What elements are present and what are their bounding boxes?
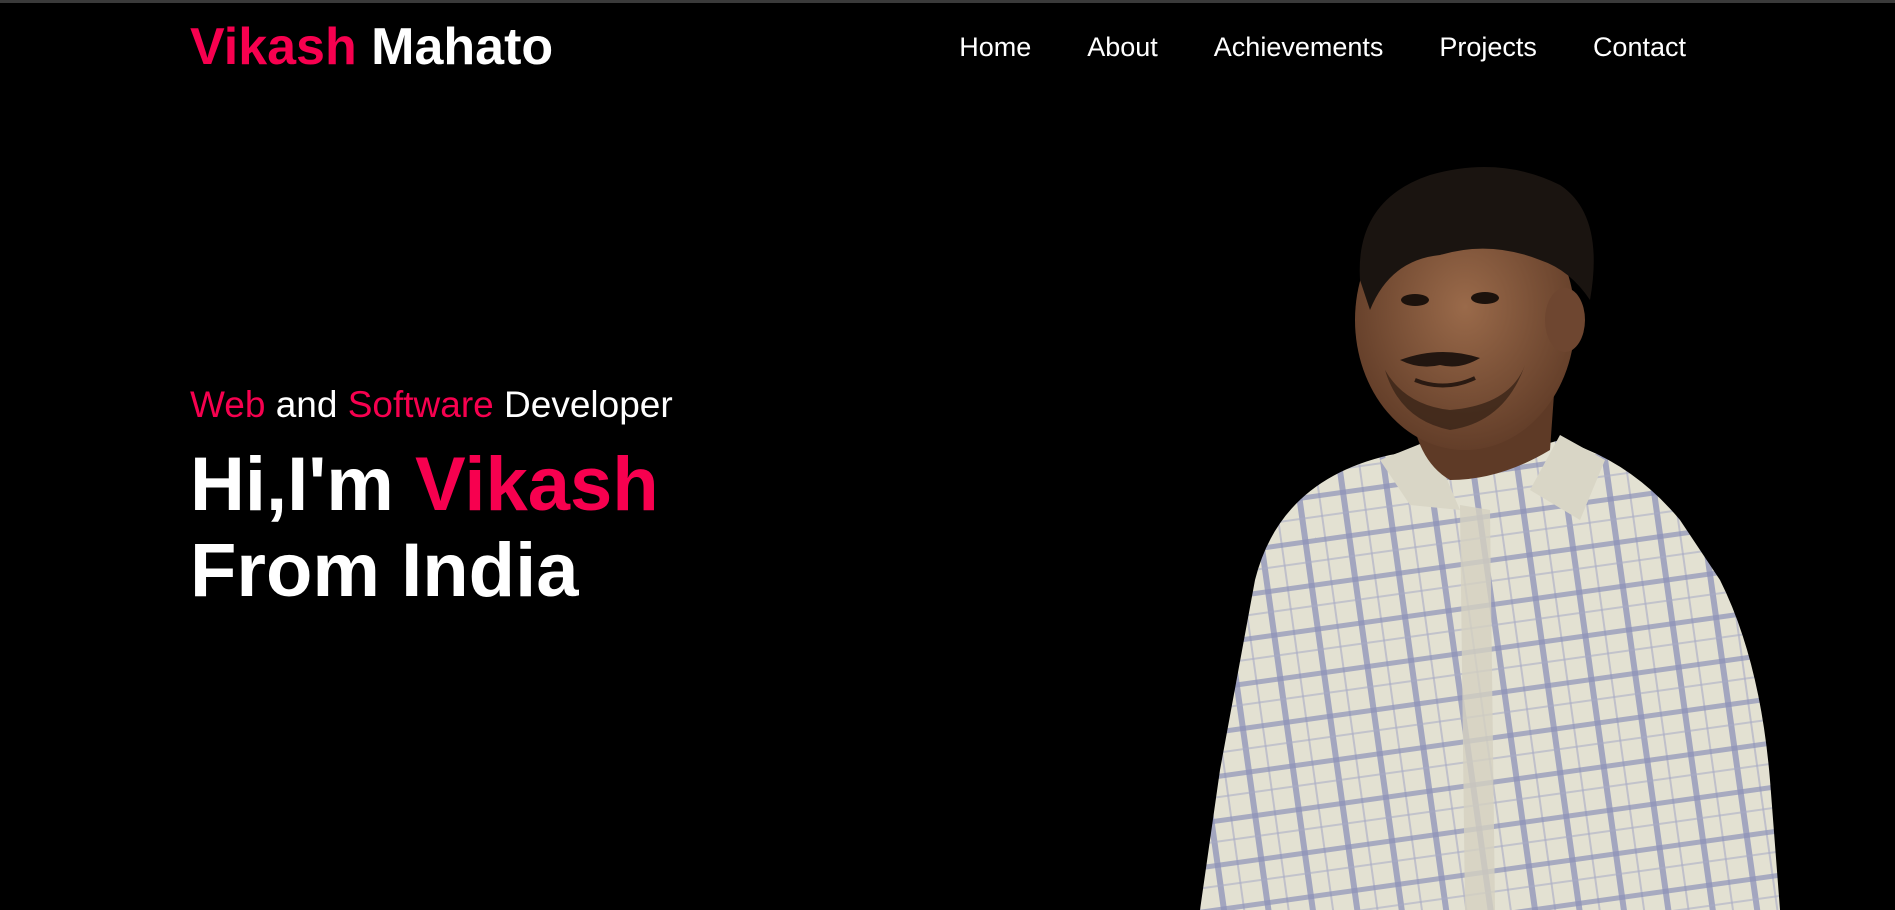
logo-first-name: Vikash xyxy=(190,18,357,76)
hero-section: Web and Software Developer Hi,I'm Vikash… xyxy=(190,380,673,614)
nav-about[interactable]: About xyxy=(1087,28,1158,66)
site-logo[interactable]: Vikash Mahato xyxy=(190,14,553,80)
subtitle-web: Web xyxy=(190,384,266,425)
main-nav: Home About Achievements Projects Contact xyxy=(903,28,1686,66)
headline-line1: Hi,I'm Vikash xyxy=(190,442,673,528)
profile-photo xyxy=(1160,160,1895,910)
hero-headline: Hi,I'm Vikash From India xyxy=(190,442,673,614)
top-border xyxy=(0,0,1895,3)
page: Vikash Mahato Home About Achievements Pr… xyxy=(0,0,1895,910)
hero-subtitle: Web and Software Developer xyxy=(190,380,673,430)
subtitle-and: and xyxy=(275,384,338,425)
headline-name: Vikash xyxy=(415,442,659,527)
nav-contact[interactable]: Contact xyxy=(1593,28,1686,66)
logo-last-name: Mahato xyxy=(371,18,554,76)
headline-line2: From India xyxy=(190,528,579,613)
nav-home[interactable]: Home xyxy=(959,28,1031,66)
headline-greeting: Hi,I'm xyxy=(190,442,394,527)
nav-achievements[interactable]: Achievements xyxy=(1214,28,1384,66)
subtitle-developer: Developer xyxy=(504,384,673,425)
subtitle-software: Software xyxy=(347,384,494,425)
nav-projects[interactable]: Projects xyxy=(1439,28,1537,66)
